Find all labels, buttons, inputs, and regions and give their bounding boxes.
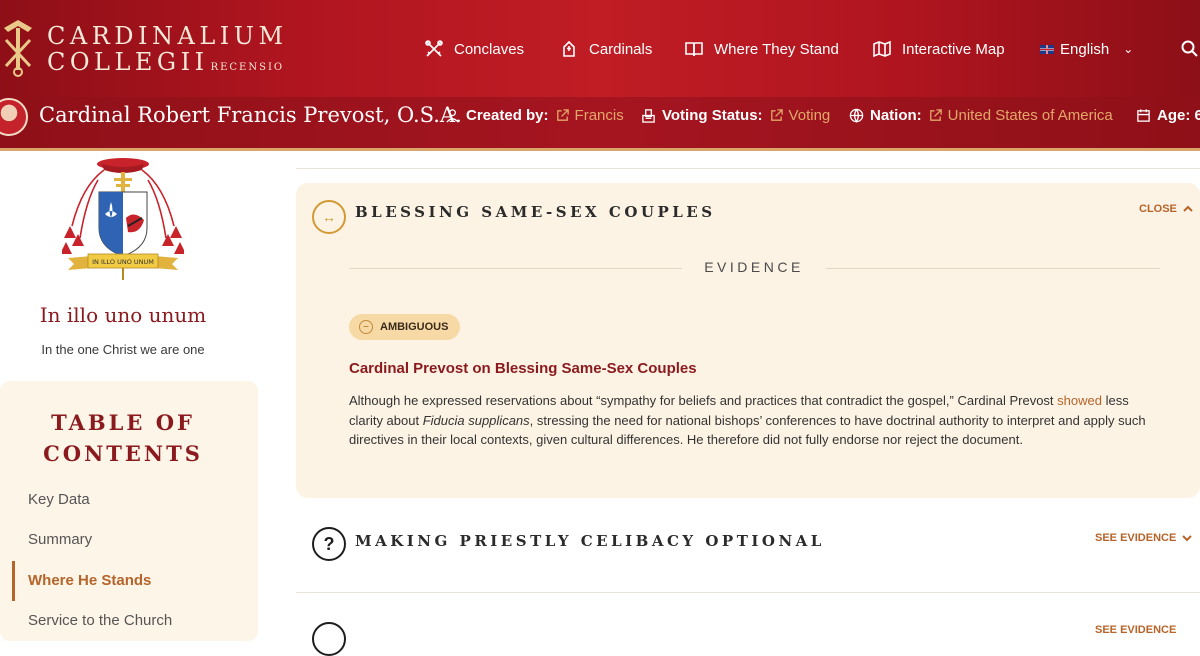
toc-title: TABLE OF CONTENTS — [0, 407, 246, 469]
nation-link[interactable]: United States of America — [928, 107, 1113, 124]
topic-panel-expanded — [296, 183, 1200, 498]
motto: In illo uno unum — [39, 303, 207, 327]
nav-conclaves-label: Conclaves — [454, 40, 525, 58]
calendar-icon — [1137, 109, 1150, 122]
motto-translation: In the one Christ we are one — [41, 342, 205, 357]
search-icon — [1181, 40, 1198, 57]
topic-divider — [296, 592, 1200, 593]
close-evidence-button[interactable]: CLOSE — [1139, 202, 1195, 216]
nav-conclaves[interactable]: Conclaves — [424, 37, 524, 61]
mitre-icon — [563, 40, 575, 57]
chevron-down-icon — [1182, 535, 1193, 542]
crossed-keys-icon — [425, 40, 443, 57]
left-right-arrows-icon: ↔ — [312, 200, 346, 234]
toc-active-indicator — [12, 561, 15, 601]
question-mark-icon — [312, 622, 346, 656]
globe-icon — [849, 108, 864, 123]
created-by-label: Created by: — [466, 107, 549, 124]
evidence-body-italic: Fiducia supplicans — [422, 412, 530, 428]
book-icon — [685, 42, 703, 57]
toc-title-line2: CONTENTS — [43, 441, 203, 466]
toc-title-line1: TABLE OF — [51, 410, 195, 435]
external-link-icon — [556, 109, 569, 121]
evidence-heading: Cardinal Prevost on Blessing Same-Sex Co… — [349, 360, 697, 377]
evidence-divider-right — [826, 268, 1160, 269]
person-icon — [446, 109, 459, 123]
minus-circle-icon: – — [359, 320, 373, 334]
toc-item-service-to-the-church[interactable]: Service to the Church — [28, 612, 172, 629]
toc-item-key-data[interactable]: Key Data — [28, 491, 90, 508]
evidence-source-link[interactable]: showed — [1057, 393, 1102, 408]
nav-cardinals[interactable]: Cardinals — [559, 37, 652, 61]
logo-subtitle[interactable]: COLLEGII RECENSIO — [47, 48, 284, 82]
language-label: English — [1060, 40, 1110, 58]
voting-status-label: Voting Status: — [662, 107, 763, 124]
logo-title[interactable]: CARDINALIUM — [47, 22, 288, 50]
nation-value: United States of America — [947, 107, 1113, 124]
nav-cardinals-label: Cardinals — [589, 40, 653, 58]
see-evidence-button[interactable]: SEE EVIDENCE — [1095, 531, 1194, 545]
topic-title[interactable]: MAKING PRIESTLY CELIBACY OPTIONAL — [355, 532, 825, 550]
topic-title[interactable]: BLESSING SAME-SEX COUPLES — [355, 203, 716, 221]
search-button[interactable] — [1180, 37, 1200, 61]
evidence-body-text-1: Although he expressed reservations about… — [349, 393, 1058, 408]
evidence-divider-left — [349, 268, 682, 269]
papal-keys-emblem-icon[interactable] — [0, 18, 36, 78]
cardinal-avatar — [0, 98, 28, 136]
see-evidence-button[interactable]: SEE EVIDENCE — [1095, 624, 1176, 636]
cardinal-info-bar: Cardinal Robert Francis Prevost, O.S.A. … — [0, 97, 1200, 151]
nation-label: Nation: — [870, 107, 922, 124]
chevron-down-icon: ⌄ — [1123, 42, 1134, 56]
created-by-value: Francis — [574, 107, 624, 124]
coat-of-arms-image: IN ILLO UNO UNUM — [62, 158, 184, 280]
age-label: Age: 6 — [1157, 107, 1200, 124]
created-by-meta: Created by: Francis — [445, 107, 624, 124]
cardinal-name: Cardinal Robert Francis Prevost, O.S.A. — [39, 103, 462, 127]
age-meta: Age: 6 — [1136, 107, 1200, 124]
nav-interactive-map[interactable]: Interactive Map — [872, 37, 1005, 61]
external-link-icon — [929, 109, 942, 121]
evidence-label: EVIDENCE — [704, 259, 804, 275]
voting-status-meta: Voting Status: Voting — [641, 107, 830, 124]
ballot-box-icon — [642, 109, 655, 123]
close-evidence-label: CLOSE — [1139, 203, 1177, 215]
nav-where-they-stand[interactable]: Where They Stand — [684, 37, 839, 61]
logo-subtitle-small: RECENSIO — [210, 62, 285, 73]
nav-interactive-map-label: Interactive Map — [902, 40, 1005, 58]
evidence-body: Although he expressed reservations about… — [349, 391, 1164, 450]
language-selector[interactable]: English ⌄ — [1040, 37, 1133, 61]
stance-badge: – AMBIGUOUS — [349, 314, 461, 340]
voting-status-value: Voting — [788, 107, 831, 124]
svg-text:IN ILLO UNO UNUM: IN ILLO UNO UNUM — [92, 258, 154, 266]
toc-item-summary[interactable]: Summary — [28, 531, 92, 548]
voting-status-link[interactable]: Voting — [769, 107, 831, 124]
stance-badge-label: AMBIGUOUS — [380, 321, 449, 333]
table-of-contents: TABLE OF CONTENTS Key Data Summary Where… — [0, 381, 258, 641]
map-icon — [873, 40, 891, 58]
nation-meta: Nation: United States of America — [849, 107, 1113, 124]
external-link-icon — [770, 109, 783, 121]
uk-flag-icon — [1040, 44, 1054, 54]
section-divider — [296, 168, 1200, 169]
chevron-up-icon — [1183, 205, 1193, 212]
toc-item-where-he-stands[interactable]: Where He Stands — [28, 572, 151, 589]
top-navigation: CARDINALIUM COLLEGII RECENSIO Conclaves C… — [0, 0, 1200, 97]
created-by-link[interactable]: Francis — [555, 107, 624, 124]
question-mark-icon: ? — [312, 527, 346, 561]
see-evidence-label: SEE EVIDENCE — [1095, 532, 1177, 544]
logo-subtitle-main: COLLEGII — [47, 48, 209, 76]
nav-where-they-stand-label: Where They Stand — [714, 40, 839, 58]
